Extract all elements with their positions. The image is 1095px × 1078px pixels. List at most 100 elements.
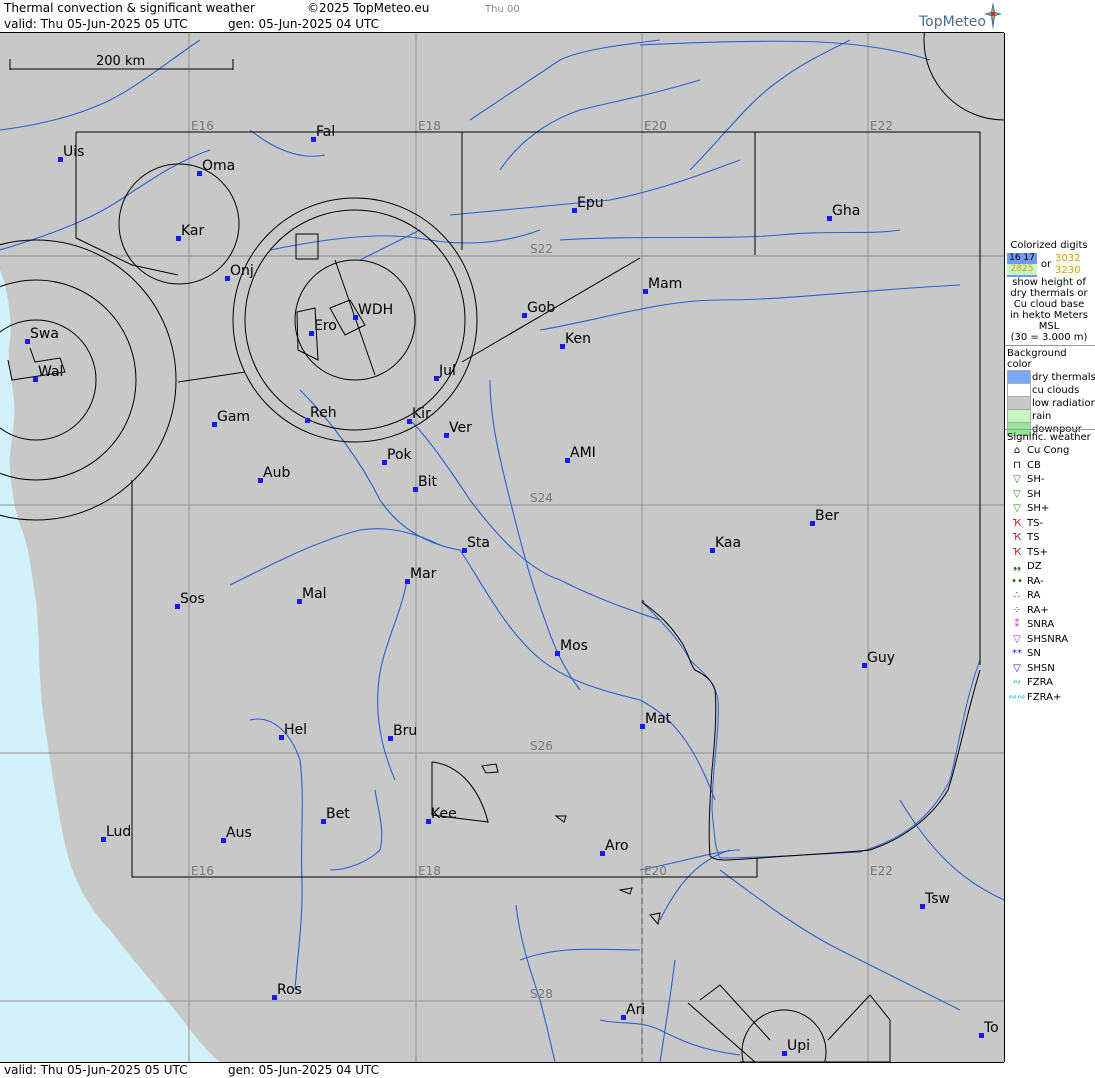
background-color-section: Background color dry thermals cu clouds lo… [1007,348,1095,436]
city-label-mar: Mar [410,566,437,582]
lon-label-e20: E20 [644,864,667,878]
city-label-mos: Mos [560,638,588,654]
weather-map[interactable]: 200 km E16 E16 E18 E18 E20 E20 E22 E22 S22 S24 S26… [0,33,1005,1062]
city-label-mam: Mam [648,276,682,292]
city-label-gha: Gha [832,203,860,219]
city-label-epu: Epu [577,195,604,211]
rain-heavy-icon: ⁘ [1012,604,1022,616]
sample-blue-box: 16 17 2825 [1007,253,1037,277]
bg-items: dry thermals cu clouds low radiation rain do… [1007,370,1095,436]
shower-light-icon: ▽ [1013,474,1021,485]
sig-label: TS+ [1027,546,1048,558]
digit-samples: 16 17 2825 or 3032 3230 [1007,251,1091,277]
city-label-kir: Kir [412,406,431,422]
sig-item: ⌂ Cu Cong [1007,444,1091,459]
sig-item: ▽ SH [1007,488,1091,503]
thunderstorm-icon: Ҡ [1012,532,1022,543]
city-label-ari: Ari [626,1002,645,1018]
sig-item: ∾ FZRA [1007,676,1091,691]
lat-label-s26: S26 [530,739,553,753]
thunderstorm-heavy-icon: Ҡ [1012,546,1022,558]
city-label-sta: Sta [467,535,490,551]
city-label-mat: Mat [645,711,672,727]
lon-label-e18: E18 [418,119,441,133]
freezing-rain-heavy-icon: ∾∾ [1008,691,1026,703]
cu-cong-icon: ⌂ [1013,445,1021,456]
airspace-boundaries [0,33,1004,1062]
sig-item: ▽ SH- [1007,473,1091,488]
orange-river [641,601,981,859]
colorized-description: show height of dry thermals or Cu cloud ba… [1007,277,1091,343]
lat-label-s22: S22 [530,242,553,256]
city-label-reh: Reh [310,405,337,421]
bg-item: dry thermals [1007,370,1095,384]
city-label-bit: Bit [418,474,437,490]
shower-icon: ▽ [1013,488,1021,500]
sig-item: ▽ SH+ [1007,502,1091,517]
sig-title: Signific. weather [1007,432,1091,443]
sig-item: ** SN [1007,647,1091,662]
city-label-tsw: Tsw [924,891,950,907]
bg-swatch [1007,370,1031,384]
city-label-guy: Guy [867,650,895,666]
sig-item: ⊓ CB [1007,459,1091,474]
significant-weather-section: Signific. weather ⌂ Cu Cong ⊓ CB ▽ SH- ▽ SH ▽ SH+… [1007,432,1091,705]
sig-item: ∴ RA [1007,589,1091,604]
sig-label: RA [1027,590,1041,601]
freezing-rain-icon: ∾ [1012,677,1022,688]
desc-line: Cu cloud base [1013,299,1085,310]
rivers [0,39,1004,1062]
bg-item: low radiation [1007,396,1095,410]
lon-label-e16: E16 [191,119,214,133]
legend-panel: Colorized digits 16 17 2825 or 3032 3230… [1005,0,1095,1077]
rain-icon: ∴ [1013,590,1021,601]
bg-label: cu clouds [1032,385,1080,396]
map-canvas: 200 km E16 E16 E18 E18 E20 E20 E22 E22 S22 S24 S26… [0,33,1004,1062]
sig-label: Cu Cong [1027,445,1070,456]
sig-label: RA+ [1027,604,1049,616]
sig-label: CB [1027,459,1041,471]
atlantic-ocean [0,270,220,1062]
bg-item: rain [1007,409,1091,423]
footer-valid-time: valid: Thu 05-Jun-2025 05 UTC [4,1063,188,1077]
shower-heavy-icon: ▽ [1013,503,1021,514]
bg-label: dry thermals [1032,372,1095,383]
sig-item: Ҡ TS [1007,531,1091,546]
lon-label-e18: E18 [418,864,441,878]
city-label-kee: Kee [431,806,457,822]
sig-item: ▽ SHSNRA [1007,633,1091,648]
sig-item: ⁑ SNRA [1007,618,1091,633]
sample-a2: 2825 [1007,264,1037,275]
sig-item: •• RA- [1007,575,1091,590]
day-label: Thu 00 [485,4,520,15]
lat-label-s28: S28 [530,987,553,1001]
sig-item: ∾∾ FZRA+ [1007,691,1091,706]
city-label-fal: Fal [316,124,335,140]
city-label-kar: Kar [181,223,205,239]
snow-rain-icon: ⁑ [1014,619,1020,630]
legend-divider-1 [1005,345,1095,346]
drizzle-icon: ❟❟ [1013,561,1021,572]
lat-label-s24: S24 [530,491,553,505]
sig-label: SHSNRA [1027,633,1069,645]
city-label-ros: Ros [277,982,302,998]
snow-icon: ** [1012,648,1022,659]
city-label-ver: Ver [449,420,472,436]
city-label-hel: Hel [284,722,307,738]
city-label-pok: Pok [387,447,413,463]
sig-item: ⁘ RA+ [1007,604,1091,619]
topmeteo-logo-icon [984,2,1002,30]
sig-label: SH- [1027,474,1045,485]
city-label-ber: Ber [815,508,839,524]
city-label-ken: Ken [565,331,591,347]
sig-item: Ҡ TS+ [1007,546,1091,561]
city-label-lud: Lud [106,824,131,840]
sig-label: SH [1027,488,1041,500]
city-label-aus: Aus [226,825,252,841]
sig-items: ⌂ Cu Cong ⊓ CB ▽ SH- ▽ SH ▽ SH+ Ҡ TS- Ҡ TS Ҡ TS+ ❟❟ DZ •• R… [1007,444,1091,705]
sig-item: Ҡ TS- [1007,517,1091,532]
colorized-title: Colorized digits [1010,240,1088,251]
legend-divider-2 [1005,429,1095,430]
bg-title: Background color [1007,348,1067,370]
city-markers: Uis Fal Oma Kar Epu Gha Onj Mam Swa WDH Gob Ero Ken W… [25,124,999,1056]
